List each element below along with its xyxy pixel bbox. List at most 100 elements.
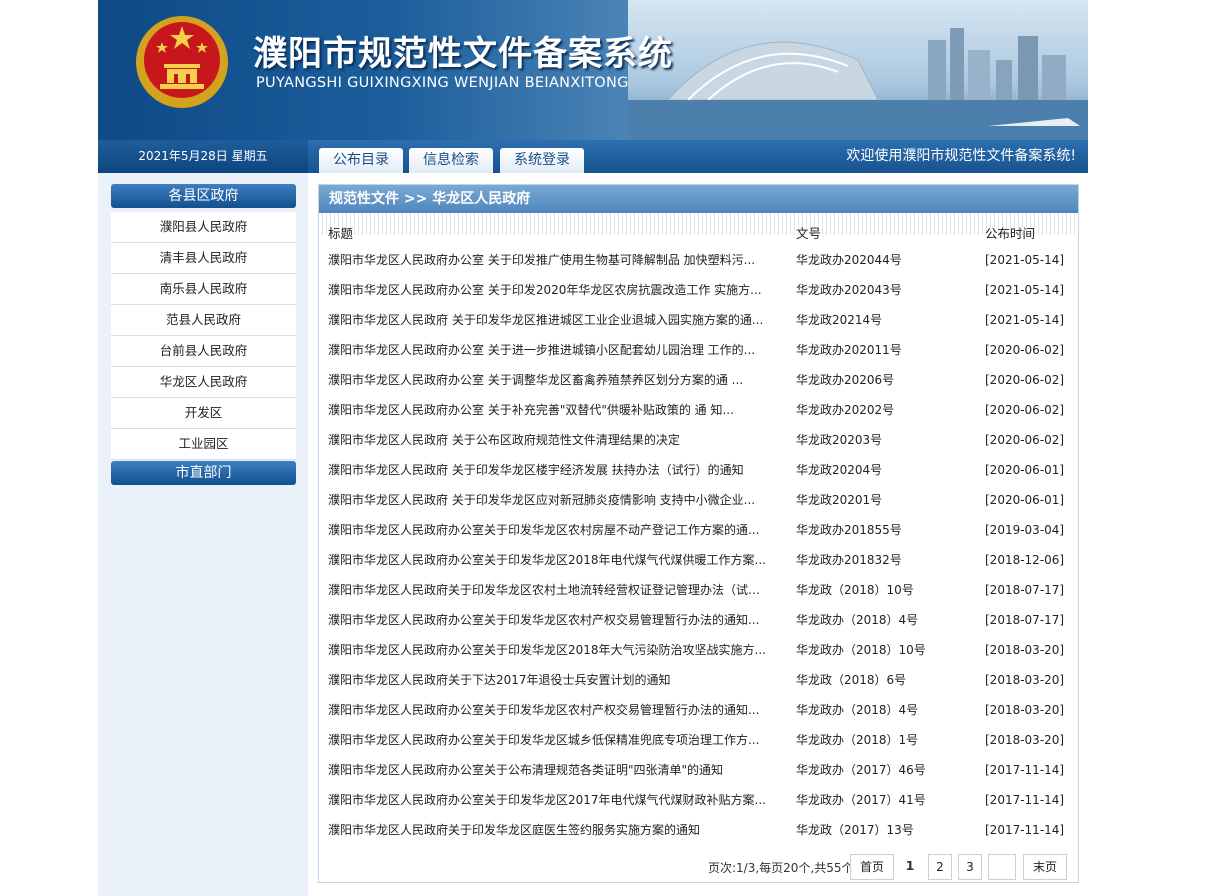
table-row: 濮阳市华龙区人民政府办公室关于印发华龙区城乡低保精准兜底专项治理工作方... 华龙… (319, 725, 1078, 755)
publish-date: [2018-07-17] (985, 613, 1065, 627)
pagination: 页次:1/3,每页20个,共55个 首页 1 2 3 末页 (319, 851, 1078, 881)
document-number: 华龙政办201832号 (796, 553, 902, 567)
page-2-link[interactable]: 2 (928, 854, 952, 880)
document-number: 华龙政办202011号 (796, 343, 902, 357)
tab-info-search[interactable]: 信息检索 (409, 148, 493, 173)
column-header-publish-date: 公布时间 (985, 226, 1036, 241)
sidebar-item-industrial-park[interactable]: 工业园区 (111, 429, 296, 460)
document-number: 华龙政办202044号 (796, 253, 902, 267)
document-title-link[interactable]: 濮阳市华龙区人民政府办公室关于印发华龙区农村产权交易管理暂行办法的通知... (328, 695, 768, 725)
document-title-link[interactable]: 濮阳市华龙区人民政府关于下达2017年退役士兵安置计划的通知 (328, 665, 768, 695)
document-title-link[interactable]: 濮阳市华龙区人民政府 关于印发华龙区推进城区工业企业退城入园实施方案的通... (328, 305, 768, 335)
document-title-link[interactable]: 濮阳市华龙区人民政府办公室 关于印发2020年华龙区农房抗震改造工作 实施方..… (328, 275, 768, 305)
column-header-title: 标题 (328, 226, 354, 241)
document-number: 华龙政（2017）13号 (796, 823, 914, 837)
document-number: 华龙政办（2017）41号 (796, 793, 926, 807)
document-title-link[interactable]: 濮阳市华龙区人民政府办公室 关于补充完善"双替代"供暖补贴政策的 通 知... (328, 395, 768, 425)
publish-date: [2017-11-14] (985, 823, 1065, 837)
publish-date: [2020-06-02] (985, 433, 1065, 447)
goto-page-input[interactable] (988, 854, 1016, 880)
table-row: 濮阳市华龙区人民政府 关于公布区政府规范性文件清理结果的决定 华龙政20203号 [… (319, 425, 1078, 455)
table-row: 濮阳市华龙区人民政府办公室关于印发华龙区2017年电代煤气代煤财政补贴方案...… (319, 785, 1078, 815)
site-banner: 濮阳市规范性文件备案系统 PUYANGSHI GUIXINGXING WENJI… (98, 0, 1088, 140)
page-3-link[interactable]: 3 (958, 854, 982, 880)
document-number: 华龙政（2018）6号 (796, 673, 907, 687)
publish-date: [2017-11-14] (985, 763, 1065, 777)
document-title-link[interactable]: 濮阳市华龙区人民政府办公室 关于印发推广使用生物基可降解制品 加快塑料污... (328, 245, 768, 275)
table-row: 濮阳市华龙区人民政府办公室关于公布清理规范各类证明"四张清单"的通知 华龙政办（2… (319, 755, 1078, 785)
site-title-pinyin: PUYANGSHI GUIXINGXING WENJIAN BEIANXITON… (256, 75, 629, 91)
sidebar-item-hualong-district[interactable]: 华龙区人民政府 (111, 367, 296, 398)
publish-date: [2019-03-04] (985, 523, 1065, 537)
table-row: 濮阳市华龙区人民政府 关于印发华龙区楼宇经济发展 扶持办法（试行）的通知 华龙政2… (319, 455, 1078, 485)
sidebar: 各县区政府 濮阳县人民政府 清丰县人民政府 南乐县人民政府 范县人民政府 台前县… (98, 173, 308, 896)
publish-date: [2018-03-20] (985, 733, 1065, 747)
tab-publish-catalog[interactable]: 公布目录 (319, 148, 403, 173)
sidebar-item-development-zone[interactable]: 开发区 (111, 398, 296, 429)
sidebar-item-nanle-county[interactable]: 南乐县人民政府 (111, 274, 296, 305)
nav-bar: 2021年5月28日 星期五 公布目录 信息检索 系统登录 欢迎使用濮阳市规范性… (98, 140, 1088, 173)
document-number: 华龙政办201855号 (796, 523, 902, 537)
document-title-link[interactable]: 濮阳市华龙区人民政府办公室关于公布清理规范各类证明"四张清单"的通知 (328, 755, 768, 785)
document-title-link[interactable]: 濮阳市华龙区人民政府办公室关于印发华龙区2018年大气污染防治攻坚战实施方... (328, 635, 768, 665)
document-title-link[interactable]: 濮阳市华龙区人民政府办公室关于印发华龙区2017年电代煤气代煤财政补贴方案... (328, 785, 768, 815)
publish-date: [2021-05-14] (985, 283, 1065, 297)
national-emblem-icon (136, 16, 228, 108)
sidebar-item-fan-county[interactable]: 范县人民政府 (111, 305, 296, 336)
document-title-link[interactable]: 濮阳市华龙区人民政府关于印发华龙区庭医生签约服务实施方案的通知 (328, 815, 768, 845)
document-number: 华龙政办202043号 (796, 283, 902, 297)
current-date: 2021年5月28日 星期五 (98, 140, 308, 173)
publish-date: [2020-06-01] (985, 463, 1065, 477)
table-row: 濮阳市华龙区人民政府办公室 关于补充完善"双替代"供暖补贴政策的 通 知... 华… (319, 395, 1078, 425)
sidebar-section-county-governments[interactable]: 各县区政府 (111, 184, 296, 208)
publish-date: [2020-06-02] (985, 373, 1065, 387)
publish-date: [2018-12-06] (985, 553, 1065, 567)
table-row: 濮阳市华龙区人民政府关于印发华龙区庭医生签约服务实施方案的通知 华龙政（2017）… (319, 815, 1078, 845)
document-title-link[interactable]: 濮阳市华龙区人民政府办公室关于印发华龙区城乡低保精准兜底专项治理工作方... (328, 725, 768, 755)
sidebar-section-city-departments[interactable]: 市直部门 (111, 461, 296, 485)
first-page-button[interactable]: 首页 (850, 854, 894, 880)
document-title-link[interactable]: 濮阳市华龙区人民政府 关于公布区政府规范性文件清理结果的决定 (328, 425, 768, 455)
sidebar-item-puyang-county[interactable]: 濮阳县人民政府 (111, 212, 296, 243)
publish-date: [2020-06-02] (985, 403, 1065, 417)
document-number: 华龙政20204号 (796, 463, 883, 477)
table-row: 濮阳市华龙区人民政府办公室 关于印发2020年华龙区农房抗震改造工作 实施方..… (319, 275, 1078, 305)
document-title-link[interactable]: 濮阳市华龙区人民政府办公室关于印发华龙区2018年电代煤气代煤供暖工作方案... (328, 545, 768, 575)
document-number: 华龙政办（2018）10号 (796, 643, 926, 657)
document-title-link[interactable]: 濮阳市华龙区人民政府办公室 关于进一步推进城镇小区配套幼儿园治理 工作的... (328, 335, 768, 365)
document-title-link[interactable]: 濮阳市华龙区人民政府关于印发华龙区农村土地流转经营权证登记管理办法（试行... (328, 575, 768, 605)
document-title-link[interactable]: 濮阳市华龙区人民政府 关于印发华龙区应对新冠肺炎疫情影响 支持中小微企业... (328, 485, 768, 515)
publish-date: [2017-11-14] (985, 793, 1065, 807)
sidebar-item-qingfeng-county[interactable]: 清丰县人民政府 (111, 243, 296, 274)
current-page-number: 1 (905, 858, 915, 873)
publish-date: [2018-03-20] (985, 703, 1065, 717)
table-row: 濮阳市华龙区人民政府 关于印发华龙区推进城区工业企业退城入园实施方案的通... 华… (319, 305, 1078, 335)
publish-date: [2021-05-14] (985, 313, 1065, 327)
document-number: 华龙政（2018）10号 (796, 583, 914, 597)
table-row: 濮阳市华龙区人民政府办公室关于印发华龙区2018年大气污染防治攻坚战实施方...… (319, 635, 1078, 665)
table-row: 濮阳市华龙区人民政府办公室关于印发华龙区农村产权交易管理暂行办法的通知... 华龙… (319, 695, 1078, 725)
table-row: 濮阳市华龙区人民政府办公室关于印发华龙区2018年电代煤气代煤供暖工作方案...… (319, 545, 1078, 575)
document-number: 华龙政办（2018）4号 (796, 613, 919, 627)
tab-system-login[interactable]: 系统登录 (500, 148, 584, 173)
document-title-link[interactable]: 濮阳市华龙区人民政府 关于印发华龙区楼宇经济发展 扶持办法（试行）的通知 (328, 455, 768, 485)
document-number: 华龙政办（2017）46号 (796, 763, 926, 777)
publish-date: [2018-03-20] (985, 673, 1065, 687)
document-title-link[interactable]: 濮阳市华龙区人民政府办公室关于印发华龙区农村产权交易管理暂行办法的通知... (328, 605, 768, 635)
table-row: 濮阳市华龙区人民政府办公室关于印发华龙区农村房屋不动产登记工作方案的通... 华龙… (319, 515, 1078, 545)
document-title-link[interactable]: 濮阳市华龙区人民政府办公室 关于调整华龙区畜禽养殖禁养区划分方案的通 ... (328, 365, 768, 395)
sidebar-item-taiqian-county[interactable]: 台前县人民政府 (111, 336, 296, 367)
welcome-message: 欢迎使用濮阳市规范性文件备案系统! (846, 148, 1076, 164)
document-title-link[interactable]: 濮阳市华龙区人民政府办公室关于印发华龙区农村房屋不动产登记工作方案的通... (328, 515, 768, 545)
document-number: 华龙政办20202号 (796, 403, 895, 417)
document-list-panel: 规范性文件 >> 华龙区人民政府 标题 文号 公布时间 濮阳市华龙区人民政府办公… (318, 184, 1079, 883)
table-header-background (319, 213, 1078, 235)
last-page-button[interactable]: 末页 (1023, 854, 1067, 880)
column-header-doc-number: 文号 (796, 226, 822, 241)
publish-date: [2020-06-01] (985, 493, 1065, 507)
breadcrumb: 规范性文件 >> 华龙区人民政府 (319, 185, 1078, 213)
document-number: 华龙政办（2018）4号 (796, 703, 919, 717)
table-row: 濮阳市华龙区人民政府 关于印发华龙区应对新冠肺炎疫情影响 支持中小微企业... 华… (319, 485, 1078, 515)
table-row: 濮阳市华龙区人民政府办公室 关于印发推广使用生物基可降解制品 加快塑料污... 华… (319, 245, 1078, 275)
publish-date: [2018-07-17] (985, 583, 1065, 597)
